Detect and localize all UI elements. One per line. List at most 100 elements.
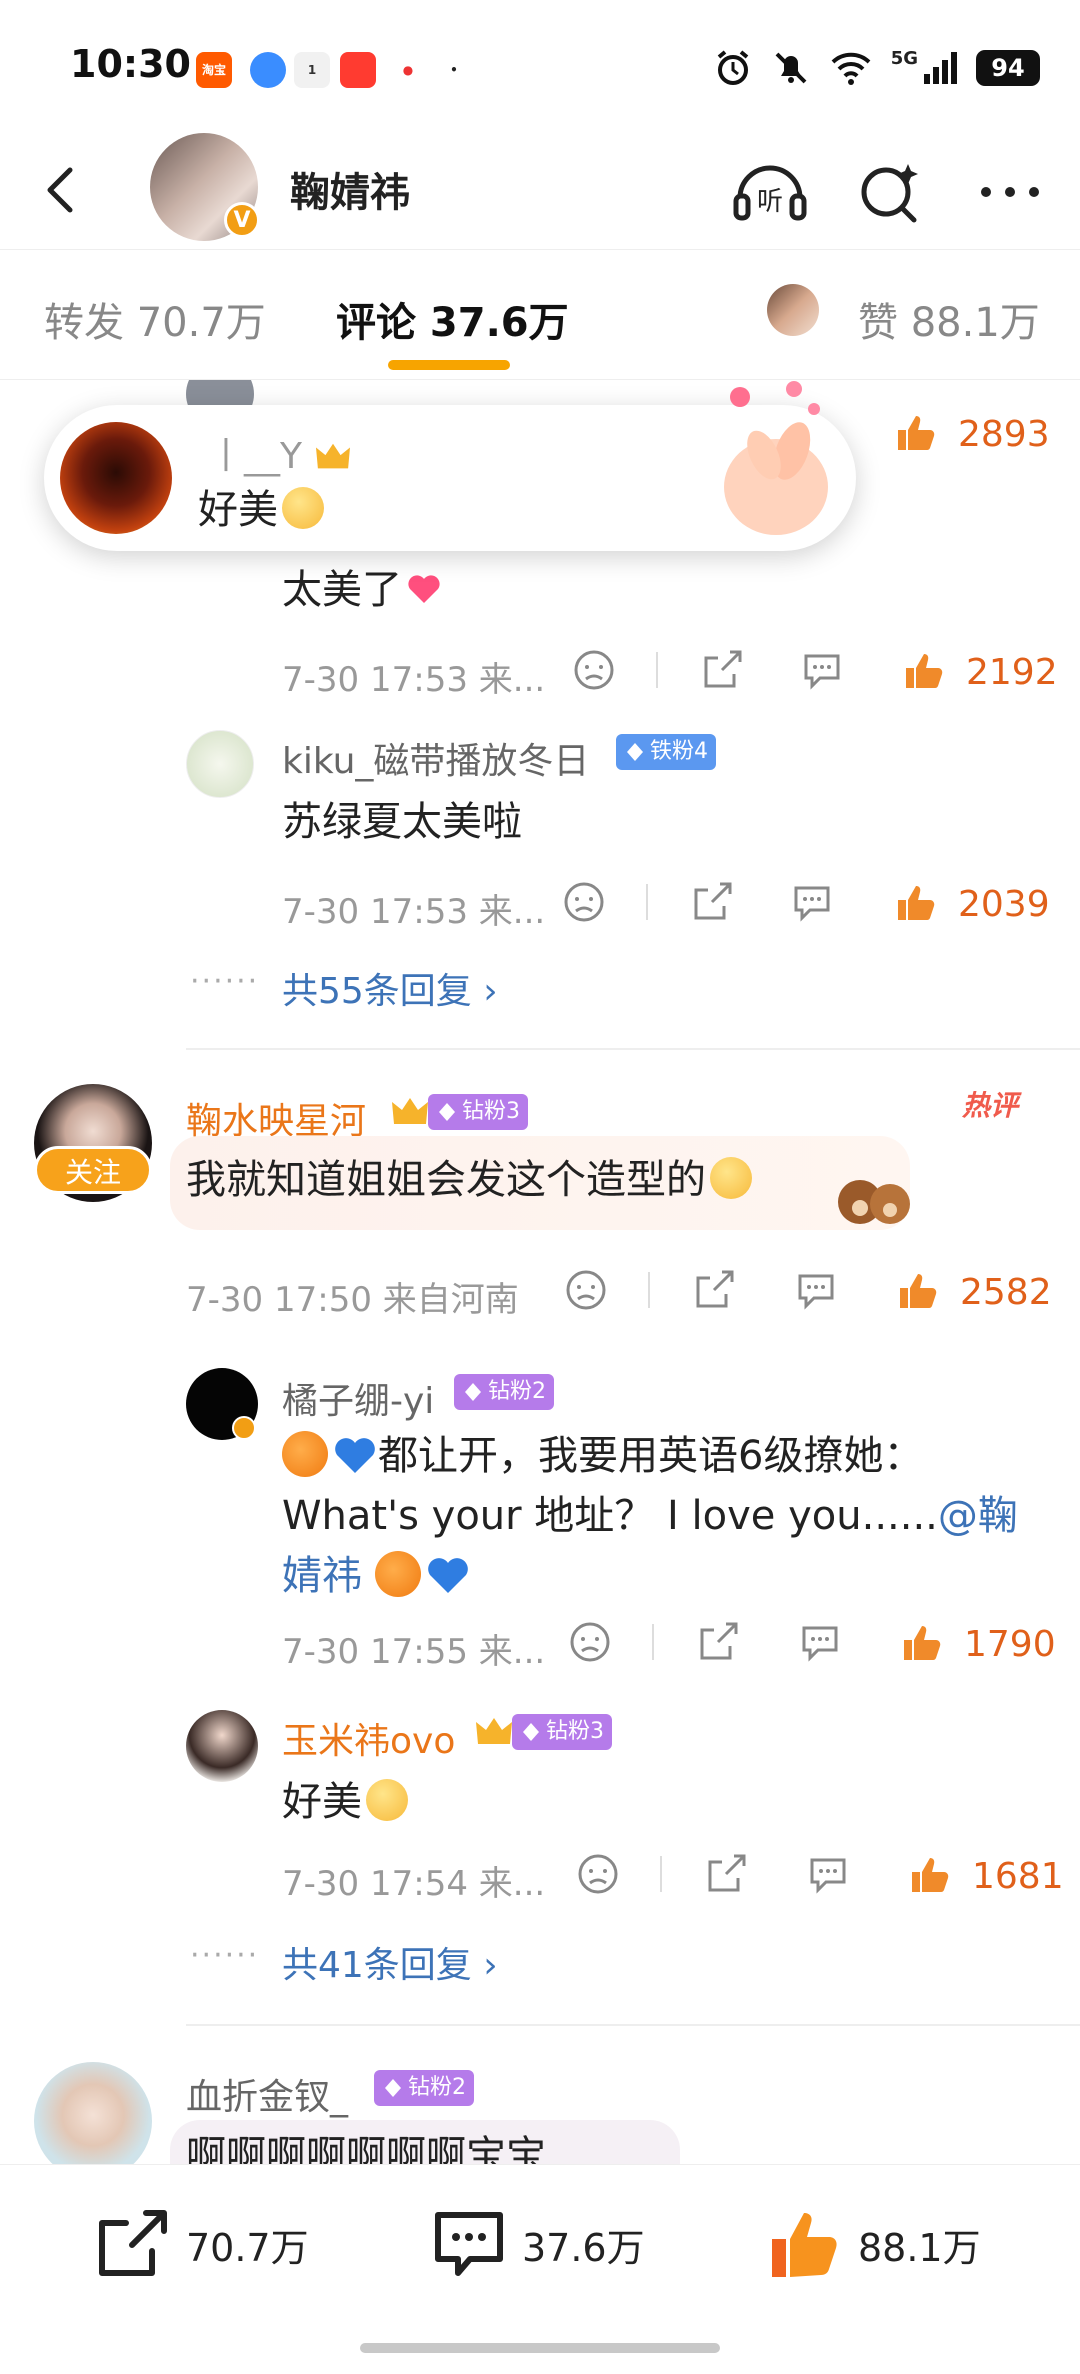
- svg-text:听: 听: [757, 187, 783, 217]
- dislike-face-icon[interactable]: [568, 1620, 612, 1664]
- reply-user-name[interactable]: 玉米祎ovo: [282, 1712, 455, 1764]
- diamond-icon: [627, 743, 643, 761]
- comment-bubble-icon[interactable]: [806, 1852, 850, 1896]
- like-thumb-icon[interactable]: [902, 648, 946, 692]
- fan-badge: 钻粉3: [512, 1714, 612, 1750]
- bottom-like-button[interactable]: 88.1万: [766, 2205, 981, 2283]
- separator: [656, 652, 658, 688]
- reply-meta: 7-30 17:55 来...: [282, 1632, 546, 1672]
- like-thumb-icon[interactable]: [894, 410, 938, 454]
- reply-user-name[interactable]: kiku_磁带播放冬日: [282, 732, 589, 784]
- hot-comment-tag: 热评: [962, 1089, 1019, 1122]
- mention-link[interactable]: 婧祎: [282, 1553, 362, 1599]
- toast-user-name: 丨__Y: [208, 427, 353, 479]
- more-notifications-icon: •: [450, 63, 458, 77]
- share-icon[interactable]: [704, 1852, 748, 1896]
- crown-icon: [476, 1718, 512, 1744]
- dislike-face-icon[interactable]: [576, 1852, 620, 1896]
- crown-icon: [392, 1098, 428, 1124]
- reply-text: 好美: [282, 1772, 408, 1832]
- search-sparkle-icon[interactable]: [850, 152, 930, 232]
- share-icon[interactable]: [692, 1268, 736, 1312]
- more-options-icon[interactable]: [970, 152, 1050, 232]
- commenter-name[interactable]: 血折金钗_: [186, 2068, 348, 2120]
- like-thumb-icon[interactable]: [896, 1268, 940, 1312]
- reply-user-name[interactable]: 橘子绷-yi: [282, 1372, 434, 1424]
- floating-comment-toast[interactable]: 丨__Y 好美: [44, 381, 856, 551]
- bear-sticker-icon: [838, 1180, 910, 1224]
- mention-link[interactable]: @鞠: [938, 1493, 1018, 1539]
- reply-avatar[interactable]: [186, 1710, 258, 1782]
- comment-text: 啊啊啊啊啊啊啊宝宝: [186, 2133, 546, 2164]
- commenter-avatar[interactable]: [34, 2062, 152, 2164]
- dislike-face-icon[interactable]: [572, 648, 616, 692]
- author-name[interactable]: 鞠婧祎: [290, 160, 410, 218]
- bottom-action-bar: 70.7万 37.6万 88.1万: [0, 2164, 1080, 2374]
- diamond-icon: [523, 1723, 539, 1741]
- toast-text: 好美: [198, 477, 324, 535]
- dislike-face-icon[interactable]: [562, 880, 606, 924]
- like-count: 2893: [958, 414, 1050, 455]
- active-tab-indicator: [388, 360, 510, 370]
- laughing-emoji-icon: [710, 1157, 752, 1199]
- bottom-comment-button[interactable]: 37.6万: [430, 2205, 645, 2283]
- post-header: V 鞠婧祎 听: [0, 130, 1080, 250]
- home-indicator[interactable]: [360, 2343, 720, 2353]
- like-count: 1681: [972, 1856, 1064, 1897]
- view-replies-link[interactable]: 共55条回复 ›: [282, 962, 498, 1014]
- reply-text: 太美了: [282, 560, 442, 620]
- like-count: 2192: [966, 652, 1058, 693]
- like-thumb-icon[interactable]: [908, 1852, 952, 1896]
- orange-emoji-icon: [282, 1431, 328, 1477]
- comment-meta: 7-30 17:50 来自河南: [186, 1280, 519, 1320]
- interaction-tabs: 转发 70.7万 评论 37.6万 赞 88.1万: [0, 252, 1080, 380]
- like-thumb-icon[interactable]: [894, 880, 938, 924]
- blue-heart-emoji-icon: [427, 1558, 468, 1593]
- comment-bubble-icon[interactable]: [794, 1268, 838, 1312]
- taobao-notification-icon: 淘宝: [196, 52, 232, 88]
- comment-bubble-icon[interactable]: [790, 880, 834, 924]
- blue-heart-emoji-icon: [335, 1438, 375, 1473]
- share-icon[interactable]: [690, 880, 734, 924]
- comment-bubble-icon[interactable]: [800, 648, 844, 692]
- separator: [648, 1272, 650, 1308]
- reply-text: 苏绿夏太美啦: [282, 799, 522, 845]
- comment-bubble-icon[interactable]: [798, 1620, 842, 1664]
- like-thumb-icon[interactable]: [900, 1620, 944, 1664]
- tab-likes[interactable]: 赞 88.1万: [858, 290, 1040, 348]
- like-count: 1790: [964, 1624, 1056, 1665]
- status-icons: 5G 94: [713, 48, 1040, 88]
- verified-badge-icon: [232, 1416, 256, 1440]
- share-icon[interactable]: [700, 648, 744, 692]
- mute-icon: [775, 52, 807, 84]
- diamond-icon: [439, 1103, 455, 1121]
- comment-list[interactable]: 2893 太美了 7-30 17:53 来... 2192 kiku_磁带播放冬…: [0, 380, 1080, 2164]
- share-icon[interactable]: [696, 1620, 740, 1664]
- listen-headphones-icon[interactable]: 听: [730, 152, 810, 232]
- tab-repost[interactable]: 转发 70.7万: [44, 290, 266, 348]
- bottom-repost-count: 70.7万: [186, 2225, 309, 2270]
- fan-badge: 钻粉3: [428, 1094, 528, 1130]
- wifi-icon: [831, 52, 871, 85]
- status-bar: 10:30 淘宝 1 ● • 5G 94: [0, 0, 1080, 130]
- repost-share-icon: [99, 2210, 167, 2276]
- signal-icon: [924, 52, 957, 84]
- diamond-icon: [465, 1383, 481, 1401]
- tab-comments[interactable]: 评论 37.6万: [336, 290, 569, 348]
- like-thumb-icon: [772, 2213, 837, 2277]
- dislike-face-icon[interactable]: [564, 1268, 608, 1312]
- fan-badge: 钻粉2: [374, 2070, 474, 2106]
- back-arrow-icon[interactable]: [32, 160, 92, 220]
- comment-bubble-icon: [435, 2212, 503, 2276]
- network-type: 5G: [890, 48, 918, 69]
- reply-meta: 7-30 17:54 来...: [282, 1864, 546, 1904]
- map-notification-icon: ●: [390, 52, 426, 88]
- bottom-repost-button[interactable]: 70.7万: [94, 2205, 309, 2283]
- finger-heart-sticker-icon: [724, 381, 828, 535]
- separator: [646, 884, 648, 920]
- toast-avatar: [60, 422, 172, 534]
- view-replies-link[interactable]: 共41条回复 ›: [282, 1936, 498, 1988]
- separator: [660, 1856, 662, 1892]
- follow-button[interactable]: 关注: [34, 1146, 152, 1194]
- reply-avatar[interactable]: [186, 730, 254, 798]
